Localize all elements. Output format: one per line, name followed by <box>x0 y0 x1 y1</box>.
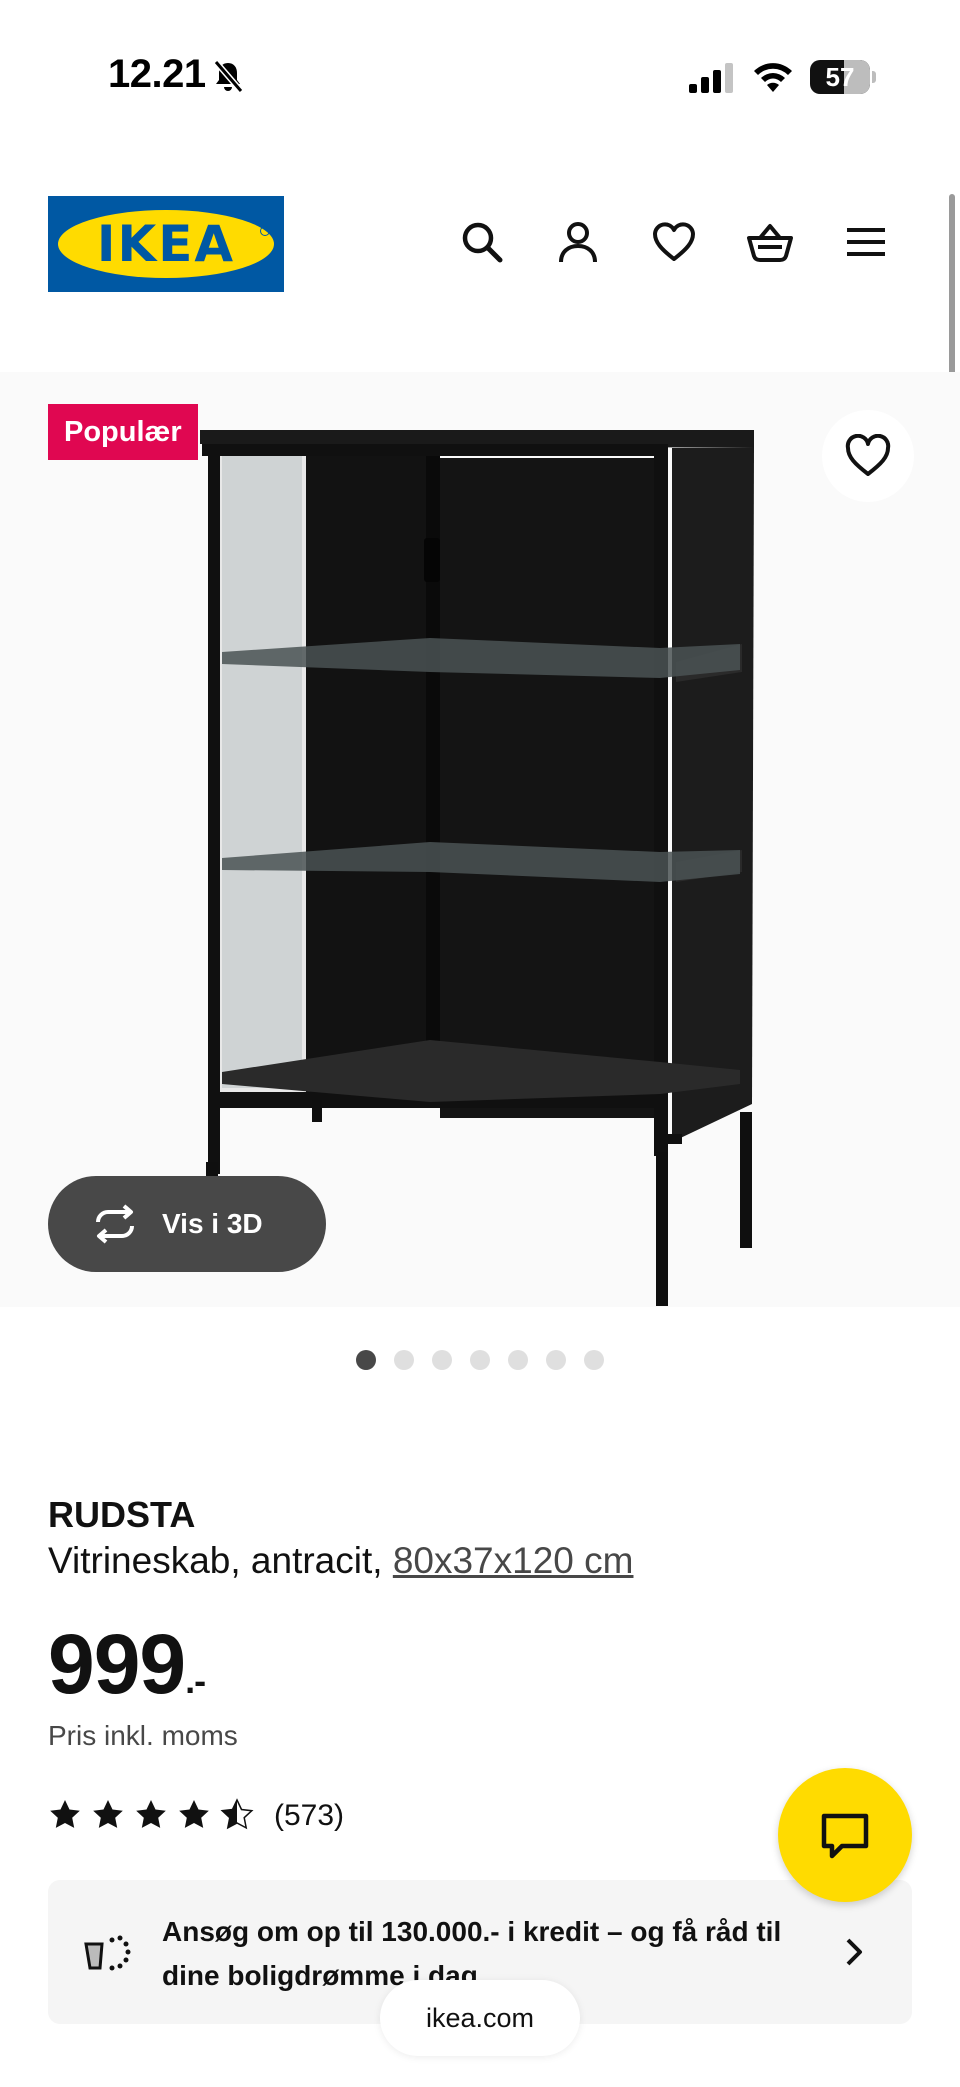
product-description: Vitrineskab, antracit, 80x37x120 cm <box>48 1540 633 1582</box>
search-icon[interactable] <box>458 218 506 266</box>
product-price: 999.- <box>48 1616 206 1713</box>
view-in-3d-button[interactable]: Vis i 3D <box>48 1176 326 1272</box>
piggy-bank-icon <box>84 1935 131 1971</box>
gallery-dot[interactable] <box>432 1350 452 1370</box>
bell-slash-icon <box>213 60 244 93</box>
star-full-icon <box>136 1800 166 1828</box>
gallery-dot[interactable] <box>470 1350 490 1370</box>
product-gallery[interactable] <box>0 372 960 1307</box>
battery-level: 57 <box>825 62 855 92</box>
gallery-pagination[interactable] <box>356 1350 616 1370</box>
cellular-signal-icon <box>689 63 733 93</box>
chevron-right-icon <box>846 1938 862 1966</box>
gallery-dot[interactable] <box>508 1350 528 1370</box>
shopping-basket-icon[interactable] <box>746 218 794 266</box>
logo-text: IKEA <box>96 215 236 273</box>
star-full-icon <box>50 1800 80 1828</box>
price-note: Pris inkl. moms <box>48 1720 238 1751</box>
price-value: 999 <box>48 1617 186 1711</box>
battery-body: 57 <box>810 60 870 94</box>
product-name: RUDSTA <box>48 1494 196 1535</box>
price-suffix: .- <box>185 1660 206 1701</box>
add-to-favourites-button[interactable] <box>822 410 914 502</box>
wifi-icon <box>754 63 792 92</box>
gallery-dot[interactable] <box>356 1350 376 1370</box>
star-half-icon <box>220 1798 254 1830</box>
product-description-text: Vitrineskab, antracit, <box>48 1540 393 1581</box>
ikea-logo[interactable]: IKEA <box>48 196 284 292</box>
gallery-dot[interactable] <box>546 1350 566 1370</box>
page-scrollbar[interactable] <box>949 194 955 376</box>
registered-mark-icon <box>260 226 270 236</box>
menu-icon[interactable] <box>842 218 890 266</box>
product-image[interactable] <box>0 372 960 1307</box>
heart-icon[interactable] <box>650 218 698 266</box>
gallery-dot[interactable] <box>584 1350 604 1370</box>
view-in-3d-label: Vis i 3D <box>162 1208 263 1239</box>
product-dimensions-link[interactable]: 80x37x120 cm <box>393 1540 634 1581</box>
account-icon[interactable] <box>554 218 602 266</box>
gallery-dot[interactable] <box>394 1350 414 1370</box>
battery-tip <box>872 71 876 83</box>
product-rating[interactable]: (573) <box>48 1796 388 1836</box>
heart-icon <box>845 434 891 476</box>
browser-url-bar[interactable]: ikea.com <box>380 1980 580 2056</box>
review-count[interactable]: (573) <box>274 1796 344 1836</box>
status-time: 12.21 <box>108 52 206 96</box>
star-full-icon <box>93 1800 123 1828</box>
chat-button[interactable] <box>778 1768 912 1902</box>
popular-badge: Populær <box>48 404 198 460</box>
chat-bubble-icon <box>821 1813 869 1859</box>
battery-icon: 57 <box>810 60 876 94</box>
status-bar: 12.21 57 <box>0 0 960 150</box>
rotate-3d-icon <box>96 1204 134 1244</box>
star-full-icon <box>179 1800 209 1828</box>
